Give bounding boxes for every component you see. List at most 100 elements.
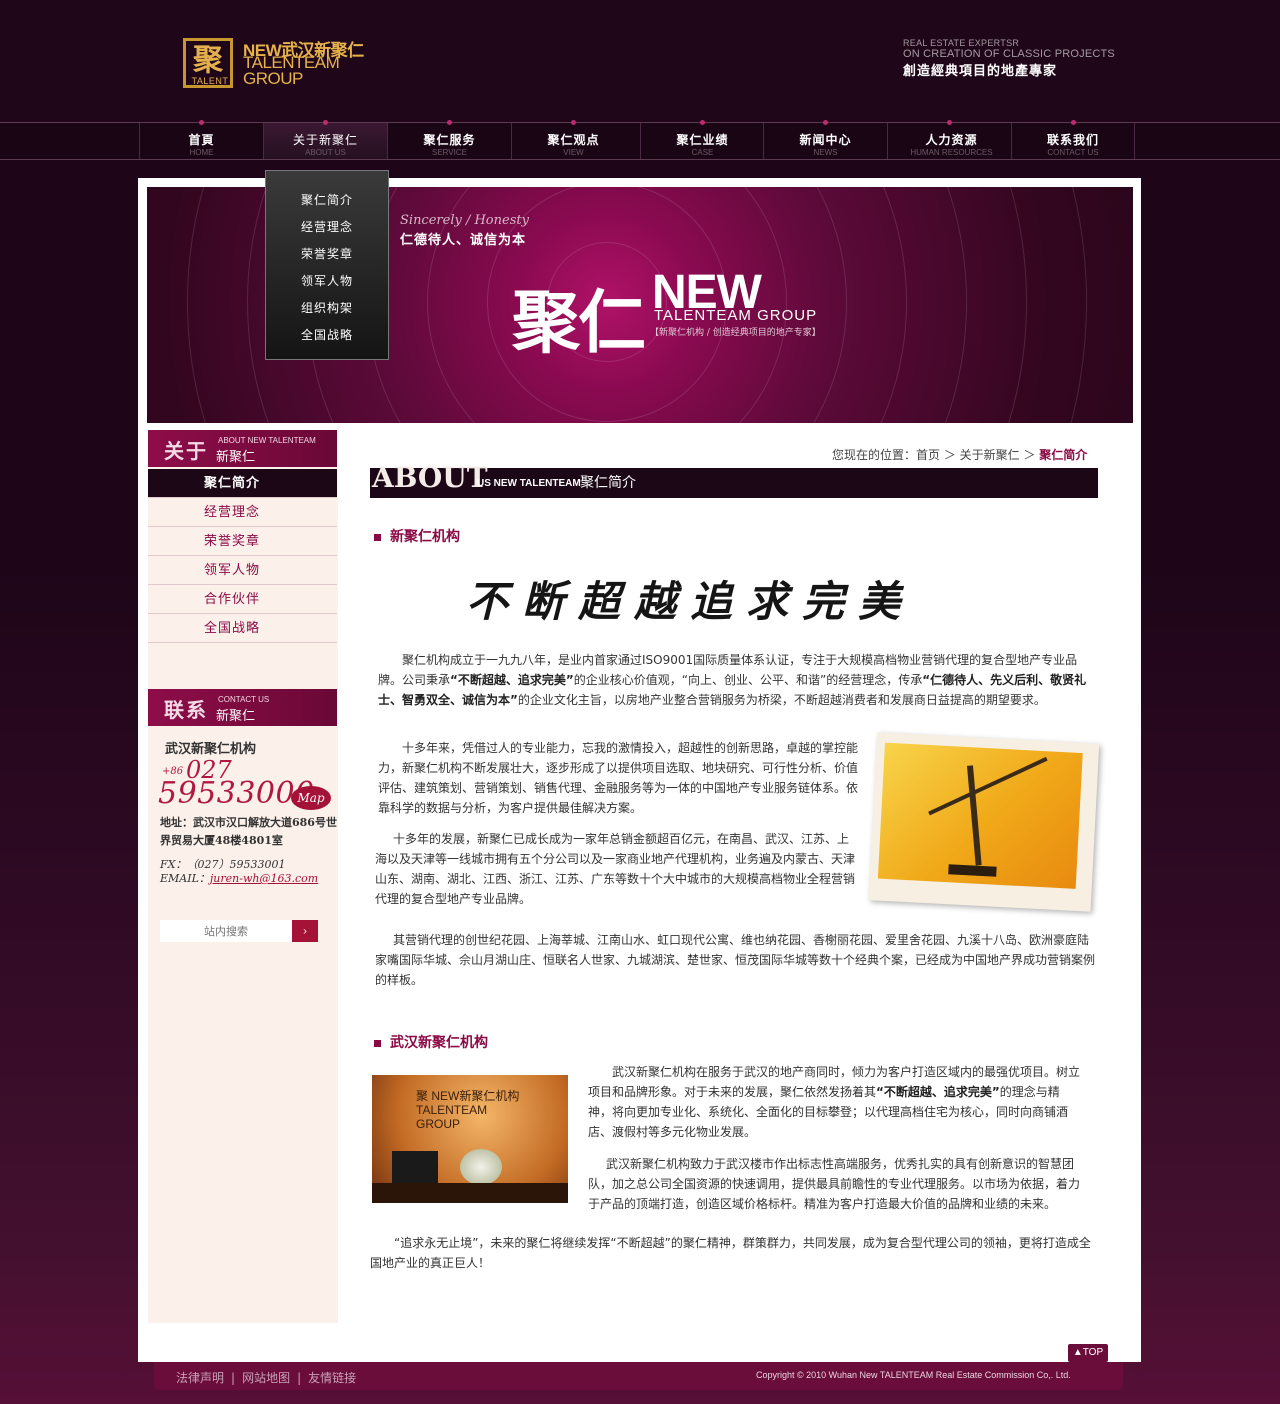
sidebar-item-honors[interactable]: 荣誉奖章 [148, 527, 337, 556]
about-dropdown: 聚仁简介 经营理念 荣誉奖章 领军人物 组织构架 全国战略 [265, 170, 389, 360]
nav-contact[interactable]: 联系我们 CONTACT US [1011, 120, 1135, 159]
sidebar-item-partners[interactable]: 合作伙伴 [148, 585, 337, 614]
page-title: 聚仁简介 [580, 475, 636, 491]
paragraph-intro: 聚仁机构成立于一九九八年，是业内首家通过ISO9001国际质量体系认证，专注于大… [378, 650, 1096, 710]
sculpture-body [966, 765, 982, 866]
nav-service[interactable]: 聚仁服务 SERVICE [387, 120, 511, 159]
map-button[interactable]: Map [291, 786, 331, 810]
nav-dot [947, 120, 952, 125]
sidebar-contact-zh: 新聚仁 [216, 709, 256, 724]
footer-link-friends[interactable]: 友情链接 [308, 1371, 356, 1385]
banner-tagline: 【新聚仁机构 / 创造经典项目的地产专家】 [650, 328, 821, 338]
contact-fax: FX：（027）59533001 [160, 858, 286, 871]
nav-sublabel: SERVICE [432, 148, 467, 157]
footer-links: 法律声明 | 网站地图 | 友情链接 [176, 1369, 356, 1386]
site-search-input[interactable] [160, 920, 292, 942]
sidebar-about-en: ABOUT NEW TALENTEAM [218, 436, 316, 445]
nav-news[interactable]: 新闻中心 NEWS [763, 120, 887, 159]
nav-sublabel: VIEW [563, 148, 584, 157]
breadcrumb: 您现在的位置：首页 ＞ 关于新聚仁 ＞ 聚仁简介 [832, 446, 1087, 463]
nav-view[interactable]: 聚仁观点 VIEW [511, 120, 635, 159]
nav-label: 聚仁观点 [547, 133, 600, 147]
office-monitor [392, 1151, 438, 1187]
contact-fax-email: FX：（027）59533001 EMAIL：juren-wh@163.com [160, 858, 318, 886]
nav-label: 聚仁服务 [423, 133, 476, 147]
nav-home[interactable]: 首頁 HOME [139, 120, 263, 159]
office-flowers [460, 1149, 502, 1185]
dropdown-item-philosophy[interactable]: 经营理念 [266, 214, 388, 241]
sidebar-item-leaders[interactable]: 领军人物 [148, 556, 337, 585]
text: 的企业文化主旨，以房地产业整合营销服务为桥梁，不断超越消费者和发展商日益提高的期… [517, 693, 1046, 707]
paragraph-growth: 十多年的发展，新聚仁已成长成为一家年总销金额超百亿元，在南昌、武汉、江苏、上海以… [375, 832, 856, 906]
logo-line3: GROUP [243, 69, 303, 88]
sidebar: 关于 ABOUT NEW TALENTEAM 新聚仁 聚仁简介 经营理念 荣誉奖… [148, 430, 338, 1323]
sidebar-menu: 聚仁简介 经营理念 荣誉奖章 领军人物 合作伙伴 全国战略 [148, 469, 337, 643]
sculpture-base [948, 864, 997, 877]
dropdown-item-leaders[interactable]: 领军人物 [266, 268, 388, 295]
paragraph-wuhan-2: 武汉新聚仁机构致力于武汉楼市作出标志性高端服务，优秀扎实的具有创新意识的智慧团队… [588, 1157, 1081, 1211]
slogan-line1: REAL ESTATE EXPERTSR [903, 38, 1020, 48]
sidebar-about-big: 关于 [164, 439, 208, 463]
nav-dot [571, 120, 576, 125]
calligraphy-slogan: 不断超越追求完美 [466, 577, 915, 626]
slogan-line2: ON CREATION OF CLASSIC PROJECTS [903, 48, 1115, 60]
banner-brand-group: TALENTEAM GROUP [654, 307, 818, 324]
page-title-big: ABOUT [372, 461, 488, 494]
sidebar-contact-en: CONTACT US [218, 695, 270, 704]
dropdown-item-structure[interactable]: 组织构架 [266, 295, 388, 322]
breadcrumb-path[interactable]: 您现在的位置：首页 ＞ 关于新聚仁 ＞ [832, 448, 1035, 462]
sculpture-photo [868, 732, 1100, 912]
nav-label: 联系我们 [1046, 133, 1099, 147]
section-title-text: 武汉新聚仁机构 [390, 1035, 488, 1051]
section-title-agency: 新聚仁机构 [374, 526, 460, 546]
text: 的企业核心价值观，“向上、创业、公平、和谐”的经营理念，传承 [573, 673, 923, 687]
paragraph-capability: 十多年来，凭借过人的专业能力，忘我的激情投入，超越性的创新思路，卓越的掌控能力，… [378, 741, 859, 815]
footer-link-sitemap[interactable]: 网站地图 [242, 1371, 290, 1385]
nav-case[interactable]: 聚仁业绩 CASE [640, 120, 764, 159]
nav-about[interactable]: 关于新聚仁 ABOUT US [263, 120, 387, 159]
dropdown-item-honors[interactable]: 荣誉奖章 [266, 241, 388, 268]
sidebar-item-strategy[interactable]: 全国战略 [148, 614, 337, 643]
contact-email-label: EMAIL： [160, 872, 210, 885]
contact-email-link[interactable]: juren-wh@163.com [210, 872, 318, 885]
nav-dot [323, 120, 328, 125]
footer-separator: | [297, 1371, 302, 1385]
back-to-top-button[interactable]: ▲TOP [1068, 1344, 1108, 1362]
page-title-en: US NEW TALENTEAM [477, 478, 581, 489]
text-emphasis: “不断超越、追求完美” [450, 673, 574, 687]
header-slogan: REAL ESTATE EXPERTSR ON CREATION OF CLAS… [903, 38, 1115, 79]
sidebar-about-header: 关于 ABOUT NEW TALENTEAM 新聚仁 [148, 430, 337, 467]
nav-label: 新闻中心 [799, 133, 852, 147]
copyright: Copyright © 2010 Wuhan New TALENTEAM Rea… [756, 1370, 1071, 1380]
paragraph-cases: 其营销代理的创世纪花园、上海莘城、江南山水、虹口现代公寓、维也纳花园、香榭丽花园… [375, 933, 1096, 987]
sidebar-item-intro[interactable]: 聚仁简介 [148, 469, 337, 498]
paragraph-wuhan-1: 武汉新聚仁机构在服务于武汉的地产商同时，倾力为客户打造区域内的最强优项目。树立项… [588, 1062, 1082, 1142]
dropdown-item-intro[interactable]: 聚仁简介 [266, 187, 388, 214]
search-button[interactable]: › [292, 920, 318, 942]
site-logo[interactable]: 聚 TALENT NEW武汉新聚仁 TALENTEAM GROUP [183, 36, 373, 98]
section-title-text: 新聚仁机构 [390, 529, 460, 545]
footer-link-legal[interactable]: 法律声明 [176, 1371, 224, 1385]
banner-sincere: Sincerely / Honesty [400, 213, 529, 228]
sidebar-contact-header: 联系 CONTACT US 新聚仁 [148, 689, 337, 726]
section-title-wuhan: 武汉新聚仁机构 [374, 1032, 488, 1052]
nav-dot [823, 120, 828, 125]
header: 聚 TALENT NEW武汉新聚仁 TALENTEAM GROUP REAL E… [0, 0, 1280, 122]
sidebar-about-zh: 新聚仁 [216, 450, 256, 465]
nav-hr[interactable]: 人力资源 HUMAN RESOURCES [887, 120, 1015, 159]
nav-sublabel: HUMAN RESOURCES [910, 148, 993, 157]
nav-sublabel: CASE [691, 148, 714, 157]
breadcrumb-current: 聚仁简介 [1039, 448, 1088, 462]
nav-dot [1071, 120, 1076, 125]
dropdown-item-strategy[interactable]: 全国战略 [266, 322, 388, 349]
paragraph-closing: “追求永无止境”，未来的聚仁将继续发挥“不断超越”的聚仁精神，群策群力，共同发展… [370, 1236, 1091, 1270]
sculpture-arm [928, 756, 1048, 816]
contact-company: 武汉新聚仁机构 [165, 742, 257, 757]
office-photo: 聚 NEW新聚仁机构 TALENTEAM GROUP [372, 1075, 568, 1203]
nav-label: 聚仁业绩 [676, 133, 729, 147]
bullet-square [374, 1039, 381, 1047]
nav-sublabel: NEWS [813, 148, 838, 157]
logo-sub: TALENT [191, 76, 229, 86]
sidebar-item-philosophy[interactable]: 经营理念 [148, 498, 337, 527]
nav-dot [199, 120, 204, 125]
